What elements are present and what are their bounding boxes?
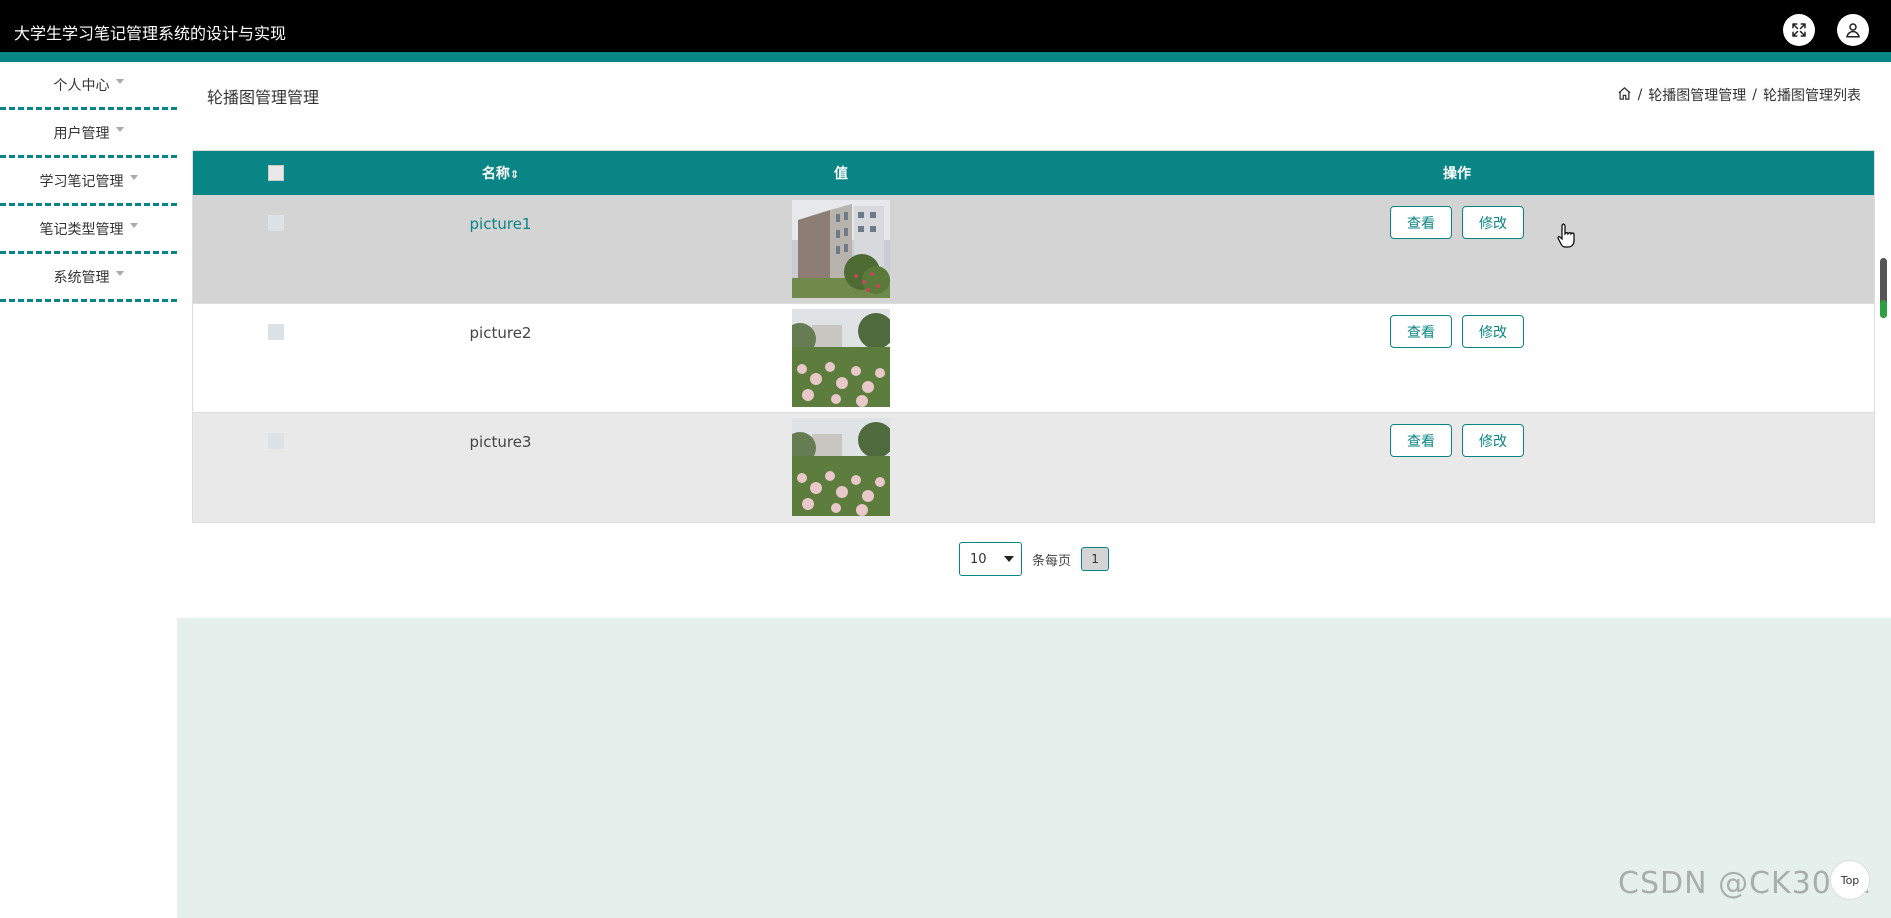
scrollbar-indicator xyxy=(1880,300,1887,318)
carousel-table: 名称⇕ 值 操作 picture1 查看 修改 picture2 查看 修改 p… xyxy=(192,150,1875,523)
home-icon[interactable] xyxy=(1617,86,1632,105)
row-checkbox[interactable] xyxy=(268,324,284,340)
breadcrumb-separator: / xyxy=(1637,87,1643,103)
sidebar-item-note-type-management[interactable]: 笔记类型管理 xyxy=(0,206,177,254)
carousel-thumbnail[interactable] xyxy=(792,309,890,407)
breadcrumb-separator: / xyxy=(1752,87,1757,103)
row-checkbox[interactable] xyxy=(268,215,284,231)
per-page-label: 条每页 xyxy=(1032,553,1072,569)
edit-button[interactable]: 修改 xyxy=(1462,424,1524,457)
hand-cursor-icon xyxy=(1556,222,1578,248)
sidebar-item-label: 学习笔记管理 xyxy=(39,173,124,190)
header-accent-bar xyxy=(0,52,1891,62)
sidebar-item-label: 笔记类型管理 xyxy=(39,221,124,238)
sort-icon[interactable]: ⇕ xyxy=(510,168,519,181)
caret-down-icon xyxy=(115,127,124,132)
breadcrumb-item-current: 轮播图管理列表 xyxy=(1763,88,1861,104)
caret-down-icon xyxy=(115,271,124,276)
edit-button[interactable]: 修改 xyxy=(1462,206,1524,239)
view-button[interactable]: 查看 xyxy=(1390,315,1452,348)
breadcrumb: / 轮播图管理管理 / 轮播图管理列表 xyxy=(1617,85,1861,105)
row-name: picture1 xyxy=(469,215,532,233)
sidebar-item-label: 系统管理 xyxy=(53,269,110,286)
row-name: picture3 xyxy=(469,433,532,451)
chevron-down-icon xyxy=(1004,556,1014,562)
carousel-thumbnail[interactable] xyxy=(792,418,890,516)
sidebar-item-system-management[interactable]: 系统管理 xyxy=(0,254,177,302)
sidebar-item-notes-management[interactable]: 学习笔记管理 xyxy=(0,158,177,206)
caret-down-icon xyxy=(129,175,138,180)
column-header-operations: 操作 xyxy=(1443,166,1471,182)
fullscreen-icon[interactable] xyxy=(1783,14,1815,46)
view-button[interactable]: 查看 xyxy=(1390,424,1452,457)
page-title: 轮播图管理管理 xyxy=(207,88,320,107)
row-checkbox[interactable] xyxy=(268,433,284,449)
carousel-thumbnail[interactable] xyxy=(792,200,890,298)
page-number-button[interactable]: 1 xyxy=(1081,547,1110,571)
caret-down-icon xyxy=(129,223,138,228)
caret-down-icon xyxy=(115,79,124,84)
column-header-name[interactable]: 名称⇕ xyxy=(359,163,642,183)
sidebar: 个人中心 用户管理 学习笔记管理 笔记类型管理 系统管理 xyxy=(0,62,177,302)
app-title: 大学生学习笔记管理系统的设计与实现 xyxy=(14,24,287,43)
breadcrumb-item[interactable]: 轮播图管理管理 xyxy=(1648,85,1746,105)
user-icon[interactable] xyxy=(1837,14,1869,46)
sidebar-item-user-management[interactable]: 用户管理 xyxy=(0,110,177,158)
table-header: 名称⇕ 值 操作 xyxy=(193,151,1874,195)
select-all-checkbox[interactable] xyxy=(268,165,284,181)
table-row: picture2 查看 修改 xyxy=(193,304,1874,413)
view-button[interactable]: 查看 xyxy=(1390,206,1452,239)
sidebar-item-label: 用户管理 xyxy=(53,125,110,142)
sidebar-item-personal-center[interactable]: 个人中心 xyxy=(0,62,177,110)
pagination: 10 条每页 1 xyxy=(959,542,1110,576)
table-row: picture1 查看 修改 xyxy=(193,195,1874,304)
row-name: picture2 xyxy=(469,324,532,342)
column-header-value: 值 xyxy=(834,166,848,182)
table-row: picture3 查看 修改 xyxy=(193,413,1874,522)
back-to-top-button[interactable]: Top xyxy=(1830,860,1870,900)
edit-button[interactable]: 修改 xyxy=(1462,315,1524,348)
sidebar-item-label: 个人中心 xyxy=(53,77,110,94)
top-bar: 大学生学习笔记管理系统的设计与实现 xyxy=(0,0,1891,62)
page-size-select[interactable]: 10 xyxy=(959,542,1022,576)
